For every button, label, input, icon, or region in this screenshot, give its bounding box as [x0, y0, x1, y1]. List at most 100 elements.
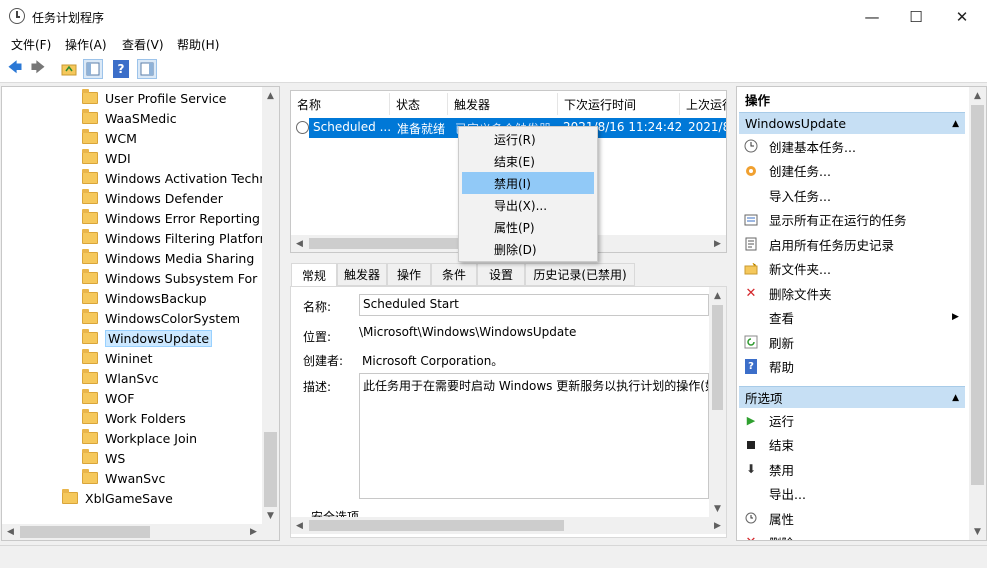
action-item[interactable]: 导入任务...	[743, 184, 831, 206]
list-hscroll-thumb[interactable]	[309, 238, 469, 249]
action-item[interactable]: 导出...	[743, 483, 806, 505]
ctx-disable[interactable]: 禁用(I)	[462, 172, 594, 194]
tree-hscroll-thumb[interactable]	[20, 526, 150, 538]
name-field[interactable]: Scheduled Start	[359, 294, 709, 316]
scroll-left-arrow-icon[interactable]: ◀	[2, 524, 19, 540]
show-hide-console-tree-icon[interactable]	[83, 59, 103, 79]
collapse-arrow-icon[interactable]: ▲	[952, 393, 959, 403]
action-item[interactable]: ⬇ 禁用	[743, 458, 794, 480]
up-folder-icon[interactable]	[59, 59, 79, 79]
detail-horizontal-scrollbar[interactable]: ◀ ▶	[291, 517, 726, 534]
close-button[interactable]: ✕	[939, 0, 985, 33]
detail-vertical-scrollbar[interactable]: ▲ ▼	[709, 287, 726, 517]
menu-action[interactable]: 操作(A)	[65, 36, 107, 53]
ctx-properties[interactable]: 属性(P)	[462, 216, 594, 238]
action-item[interactable]: 查看	[743, 307, 794, 329]
folder-icon	[82, 369, 98, 384]
tree-item[interactable]: Workplace Join	[82, 428, 197, 448]
tab-settings[interactable]: 设置	[477, 263, 525, 286]
ctx-export[interactable]: 导出(X)...	[462, 194, 594, 216]
action-item[interactable]: 属性	[743, 507, 794, 529]
scroll-right-arrow-icon[interactable]: ▶	[245, 524, 262, 540]
tree-item[interactable]: Windows Media Sharing	[82, 248, 254, 268]
tree-item[interactable]: Work Folders	[82, 408, 186, 428]
scroll-left-arrow-icon[interactable]: ◀	[291, 517, 308, 534]
action-item[interactable]: 刷新	[743, 331, 794, 353]
forward-arrow-icon[interactable]: 🡆	[28, 59, 48, 79]
tree-item[interactable]: User Profile Service	[82, 88, 227, 108]
actions-scroll-thumb[interactable]	[971, 105, 984, 485]
tree-item[interactable]: WDI	[82, 148, 131, 168]
scroll-right-arrow-icon[interactable]: ▶	[709, 517, 726, 534]
ctx-run[interactable]: 运行(R)	[462, 128, 594, 150]
show-hide-action-pane-icon[interactable]	[137, 59, 157, 79]
tree-item-label: Windows Filtering Platform	[105, 230, 272, 246]
scroll-left-arrow-icon[interactable]: ◀	[291, 235, 308, 252]
scroll-up-arrow-icon[interactable]: ▲	[969, 87, 986, 104]
column-header-next-run[interactable]: 下次运行时间	[558, 93, 680, 115]
folder-icon	[82, 429, 98, 444]
description-field[interactable]: 此任务用于在需要时启动 Windows 更新服务以执行计划的操作(如	[359, 373, 709, 499]
tree-item[interactable]: WS	[82, 448, 125, 468]
action-item[interactable]: 显示所有正在运行的任务	[743, 209, 907, 231]
section-windowsupdate[interactable]: WindowsUpdate ▲	[739, 112, 965, 134]
menu-file[interactable]: 文件(F)	[11, 36, 51, 53]
column-header-status[interactable]: 状态	[390, 93, 448, 115]
action-item[interactable]: ✕ 删除文件夹	[743, 282, 832, 304]
properties-icon	[743, 510, 759, 526]
maximize-button[interactable]: ☐	[893, 0, 939, 33]
action-item[interactable]: 结束	[743, 434, 794, 456]
tab-conditions[interactable]: 条件	[431, 263, 477, 286]
scroll-up-arrow-icon[interactable]: ▲	[709, 287, 726, 304]
tree-item[interactable]: WaaSMedic	[82, 108, 177, 128]
column-header-last-run[interactable]: 上次运行	[680, 93, 726, 115]
help-icon[interactable]: ?	[113, 60, 129, 78]
tree-item[interactable]: Windows Activation Technc	[82, 168, 274, 188]
tree-item[interactable]: WindowsUpdate	[82, 328, 213, 348]
tree-item[interactable]: WindowsColorSystem	[82, 308, 240, 328]
tab-history[interactable]: 历史记录(已禁用)	[525, 263, 635, 286]
tree-item[interactable]: Wininet	[82, 348, 152, 368]
tree-scroll-thumb[interactable]	[264, 432, 277, 507]
tree-item[interactable]: Windows Defender	[82, 188, 223, 208]
scroll-down-arrow-icon[interactable]: ▼	[969, 523, 986, 540]
tree-vertical-scrollbar[interactable]: ▲ ▼	[262, 87, 279, 524]
tab-triggers[interactable]: 触发器	[337, 263, 387, 286]
tree-item[interactable]: WlanSvc	[82, 368, 159, 388]
action-item[interactable]: ✕ 删除	[743, 532, 794, 540]
tab-actions[interactable]: 操作	[387, 263, 431, 286]
detail-scroll-thumb[interactable]	[712, 305, 723, 410]
tree-item[interactable]: Windows Filtering Platform	[82, 228, 272, 248]
action-item[interactable]: ▶ 运行	[743, 409, 794, 431]
tree-item-parent[interactable]: XblGameSave	[62, 488, 173, 508]
back-arrow-icon[interactable]: 🡄	[5, 59, 25, 79]
tree-item[interactable]: WindowsBackup	[82, 288, 207, 308]
collapse-arrow-icon[interactable]: ▲	[952, 119, 959, 129]
ctx-end[interactable]: 结束(E)	[462, 150, 594, 172]
detail-hscroll-thumb[interactable]	[309, 520, 564, 531]
minimize-button[interactable]: —	[849, 0, 895, 33]
tree-item[interactable]: WwanSvc	[82, 468, 165, 488]
tree-item[interactable]: Windows Subsystem For Lir	[82, 268, 277, 288]
section-selected-item[interactable]: 所选项 ▲	[739, 386, 965, 408]
menu-view[interactable]: 查看(V)	[122, 36, 164, 53]
action-item[interactable]: ? 帮助	[743, 356, 794, 378]
tree-horizontal-scrollbar[interactable]: ◀ ▶	[2, 524, 279, 540]
action-item[interactable]: 启用所有任务历史记录	[743, 233, 894, 255]
tree-item[interactable]: WOF	[82, 388, 134, 408]
column-header-name[interactable]: 名称	[291, 93, 390, 115]
tree-item[interactable]: Windows Error Reporting	[82, 208, 260, 228]
scroll-down-arrow-icon[interactable]: ▼	[262, 507, 279, 524]
column-header-trigger[interactable]: 触发器	[448, 93, 558, 115]
scroll-right-arrow-icon[interactable]: ▶	[709, 235, 726, 252]
ctx-delete[interactable]: 删除(D)	[462, 238, 594, 260]
tree-item[interactable]: WCM	[82, 128, 137, 148]
scroll-down-arrow-icon[interactable]: ▼	[709, 500, 726, 517]
action-item[interactable]: 新文件夹...	[743, 258, 831, 280]
tab-general[interactable]: 常规	[291, 263, 337, 287]
menu-help[interactable]: 帮助(H)	[177, 36, 219, 53]
scroll-up-arrow-icon[interactable]: ▲	[262, 87, 279, 104]
action-item[interactable]: 创建任务...	[743, 160, 831, 182]
actions-vertical-scrollbar[interactable]: ▲ ▼	[969, 87, 986, 540]
action-item[interactable]: 创建基本任务...	[743, 135, 856, 157]
